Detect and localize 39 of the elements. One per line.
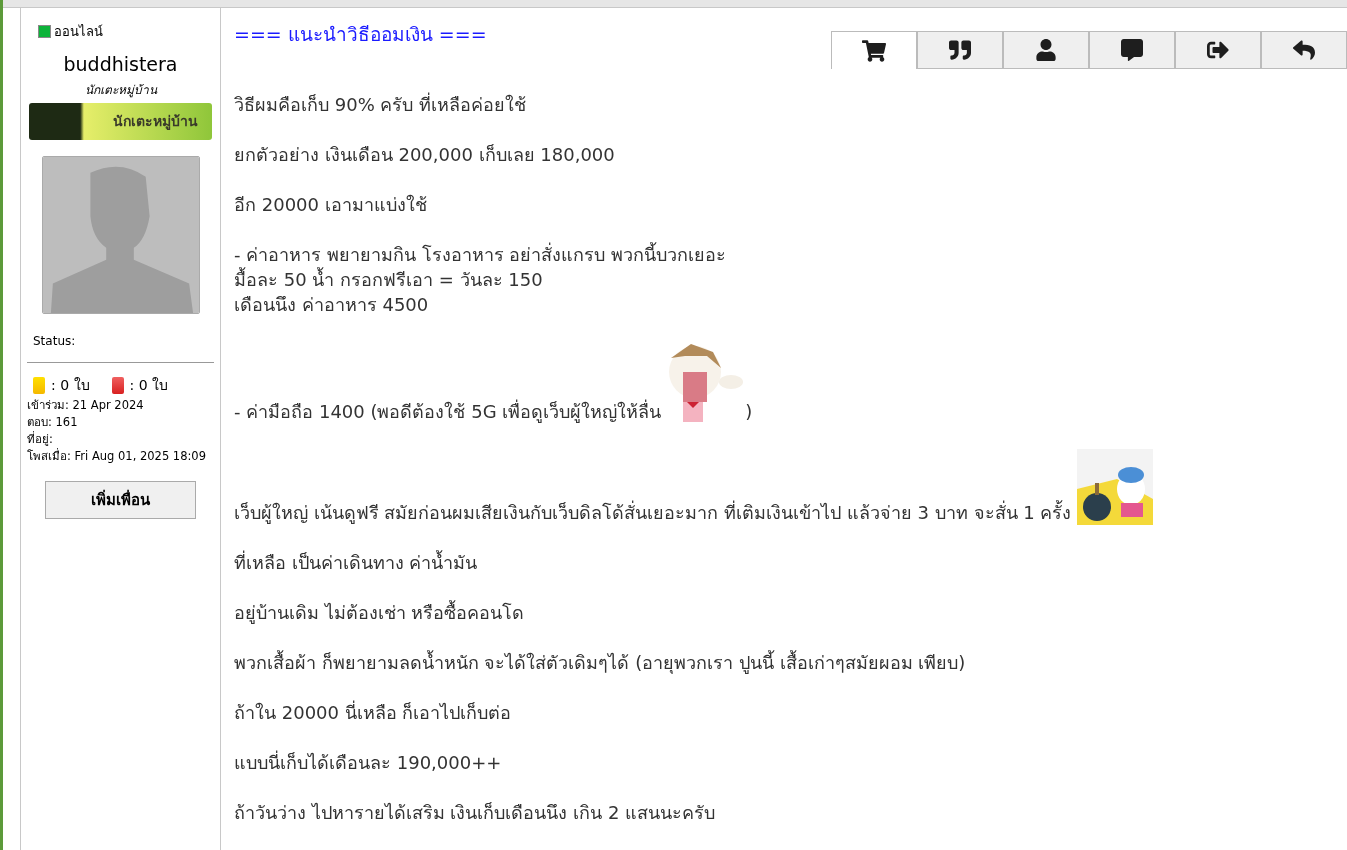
member-info: ที่อยู่:: [27, 431, 54, 448]
member-info: ตอบ: 161: [27, 414, 79, 431]
user-icon: [1034, 39, 1058, 61]
rank-title: นักเตะหมู่บ้าน: [83, 82, 159, 99]
reply-icon: [1292, 39, 1316, 61]
username: buddhistera: [62, 51, 179, 77]
post-paragraph: วิธีผมคือเก็บ 90% ครับ ที่เหลือค่อยใช้: [234, 92, 528, 117]
toolbar-tab[interactable]: [1003, 31, 1089, 69]
quote-icon: [948, 39, 972, 61]
rank-banner: นักเตะหมู่บ้าน: [29, 103, 212, 140]
post-title: === แนะนำวิธีออมเงิน ===: [234, 22, 487, 47]
post-paragraph: แบบนี่เก็บได้เดือนละ 190,000++: [234, 750, 503, 775]
post-paragraph: ยกตัวอย่าง เงินเดือน 200,000 เก็บเลย 180,000: [234, 143, 616, 167]
status-label: Status:: [32, 333, 77, 350]
post-paragraph: อยู่บ้านเดิม ไม่ต้องเช่า หรือซื้อคอนโด: [234, 600, 526, 625]
member-info: โพสเมื่อ: Fri Aug 01, 2025 18:09: [27, 448, 207, 465]
post-paragraph: พวกเสื้อผ้า ก็พยายามลดน้ำหนัก จะได้ใส่ตัวเดิมๆได้ (อายุพวกเรา ปูนนี้ เสื้อเก่าๆสมัยผอม เพียบ): [234, 650, 967, 675]
post-paragraph: - ค่ามือถือ 1400 (พอดีต้องใช้ 5G เพื่อดูเว็บผู้ใหญ่ให้ลื่น ): [234, 342, 1347, 424]
penalty-card-icon: [111, 377, 124, 394]
post-paragraph: - ค่าอาหาร พยายามกิน โรงอาหาร อย่าสั่งแกรบ พวกนี้บวกเยอะ มื้อละ 50 น้ำ กรอกฟรีเอา = วันละ 150 เดือนนึง ค่าอาหาร 4500: [234, 242, 728, 317]
post-paragraph: อีก 20000 เอามาแบ่งใช้: [234, 193, 428, 217]
exit-icon: [1206, 39, 1230, 61]
post-paragraph: ถ้าใน 20000 นี่เหลือ ก็เอาไปเก็บต่อ: [234, 700, 513, 725]
toolbar-tab[interactable]: [1089, 31, 1175, 69]
post-paragraph: ถ้าวันว่าง ไปหารายได้เสริม เงินเก็บเดือนนึง เกิน 2 แสนนะครับ: [234, 801, 717, 825]
penalty-card-count: : 0 ใบ: [129, 376, 169, 395]
post-paragraph: เว็บผู้ใหญ่ เน้นดูฟรี สมัยก่อนผมเสียเงินกับเว็บดิลโด้สั่นเยอะมาก ที่เติมเงินเข้าไป แล้วจ่าย 3 บาท จะสั่น 1 ครั้ง: [234, 449, 1347, 525]
warning-card-icon: [33, 377, 45, 394]
warning-card-count: : 0 ใบ: [51, 376, 90, 395]
toolbar-tab[interactable]: [831, 31, 917, 69]
speech-bubble-icon: [1120, 39, 1144, 61]
post-paragraph: ที่เหลือ เป็นค่าเดินทาง ค่าน้ำมัน: [234, 550, 479, 575]
toolbar-tab[interactable]: [1261, 31, 1347, 69]
member-info: เข้าร่วม: 21 Apr 2024: [27, 397, 145, 414]
add-friend-button[interactable]: เพิ่มเพื่อน: [45, 481, 196, 519]
online-status: ออนไลน์: [54, 23, 103, 41]
toolbar-tab[interactable]: [1175, 31, 1261, 69]
cart-icon: [862, 39, 886, 62]
toolbar-tab[interactable]: [917, 31, 1003, 69]
